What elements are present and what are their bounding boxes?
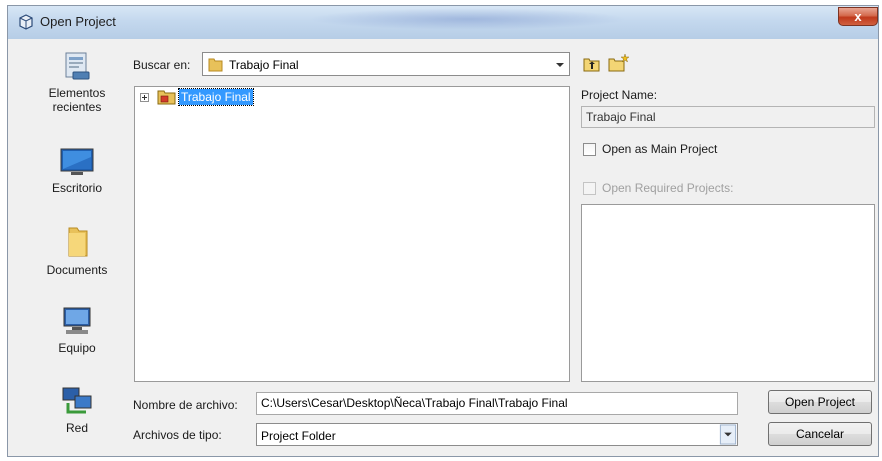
- project-folder-icon: [157, 90, 176, 105]
- open-project-button[interactable]: Open Project: [768, 390, 872, 414]
- documents-folder-icon: [68, 227, 88, 257]
- close-icon: x: [854, 9, 862, 24]
- folder-icon: [208, 58, 223, 72]
- place-computer[interactable]: Equipo: [36, 305, 118, 355]
- desktop-icon: [60, 148, 94, 175]
- place-network[interactable]: Red: [36, 385, 118, 435]
- computer-icon: [63, 307, 91, 334]
- open-main-label[interactable]: Open as Main Project: [602, 142, 717, 156]
- expand-icon[interactable]: [140, 93, 149, 102]
- file-type-combo[interactable]: Project Folder: [256, 423, 738, 446]
- tree-item-trabajo-final[interactable]: Trabajo Final: [178, 88, 254, 106]
- new-folder-icon[interactable]: [608, 53, 630, 72]
- recent-items-icon: [65, 52, 90, 80]
- open-required-checkbox[interactable]: [583, 182, 596, 195]
- chevron-down-icon[interactable]: [551, 53, 569, 75]
- place-recent-items[interactable]: Elementos recientes: [36, 50, 118, 114]
- project-name-label: Project Name:: [581, 88, 658, 102]
- open-project-dialog: Open Project x Elementos recientes Escri…: [7, 5, 879, 457]
- place-documents[interactable]: Documents: [36, 225, 118, 277]
- chevron-down-icon[interactable]: [719, 424, 737, 445]
- project-name-field: Trabajo Final: [581, 106, 875, 128]
- place-label-line2: recientes: [52, 100, 102, 114]
- close-button[interactable]: x: [838, 7, 878, 26]
- project-icon: [19, 14, 33, 30]
- up-folder-icon[interactable]: [583, 56, 601, 72]
- look-in-combo[interactable]: Trabajo Final: [202, 52, 570, 76]
- window-title: Open Project: [40, 14, 116, 29]
- open-required-label: Open Required Projects:: [602, 181, 734, 195]
- file-type-label: Archivos de tipo:: [133, 428, 222, 442]
- place-label-line1: Red: [65, 421, 88, 435]
- network-icon: [62, 387, 92, 414]
- file-name-label: Nombre de archivo:: [133, 398, 238, 412]
- place-label-line1: Equipo: [58, 341, 96, 355]
- place-label-line1: Elementos: [48, 86, 106, 100]
- project-tree[interactable]: Trabajo Final: [134, 86, 570, 382]
- title-bar[interactable]: Open Project x: [8, 6, 878, 39]
- look-in-value: Trabajo Final: [229, 58, 299, 72]
- file-type-value: Project Folder: [261, 429, 336, 443]
- cancel-button[interactable]: Cancelar: [768, 422, 872, 446]
- place-desktop[interactable]: Escritorio: [36, 147, 118, 195]
- required-projects-list[interactable]: [581, 204, 875, 382]
- title-glow: [308, 8, 628, 30]
- place-label-line1: Documents: [46, 263, 108, 277]
- open-main-checkbox[interactable]: [583, 143, 596, 156]
- look-in-label: Buscar en:: [133, 58, 191, 72]
- place-label-line1: Escritorio: [51, 181, 102, 195]
- file-name-input[interactable]: C:\Users\Cesar\Desktop\Ñeca\Trabajo Fina…: [256, 392, 738, 415]
